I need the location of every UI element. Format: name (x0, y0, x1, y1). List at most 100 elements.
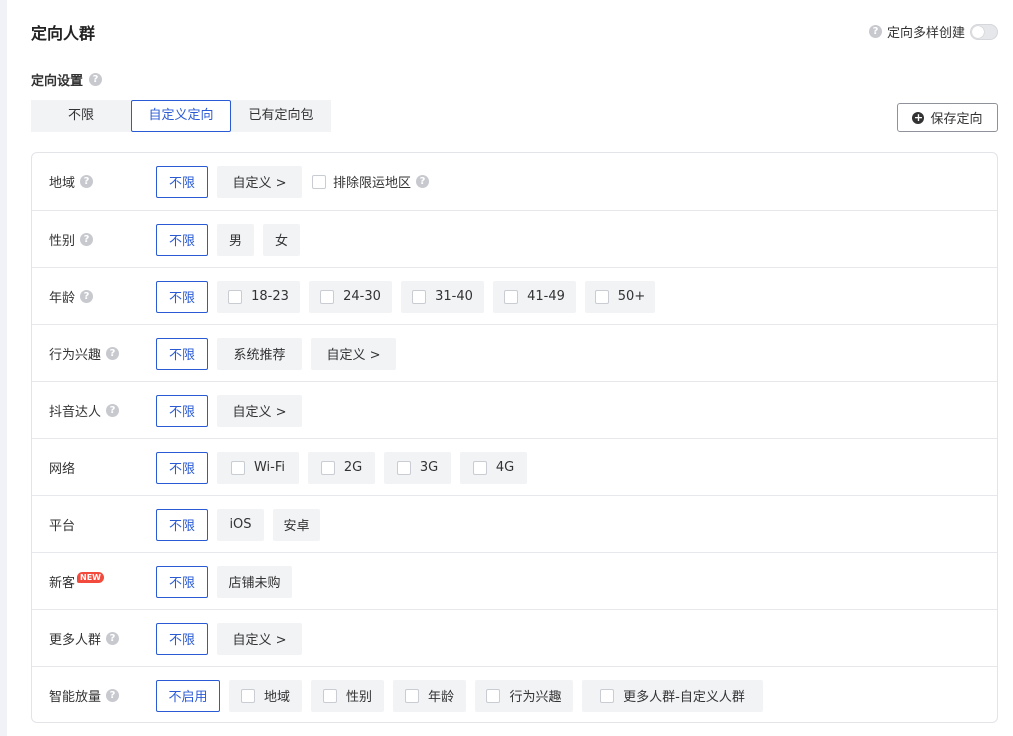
checkbox[interactable] (312, 174, 326, 189)
tab-custom-targeting[interactable]: 自定义定向 (131, 100, 231, 132)
help-icon[interactable]: ? (80, 175, 94, 188)
checkbox[interactable] (320, 289, 335, 304)
option-age-31-40[interactable]: 31-40 (401, 280, 484, 313)
plus-circle-icon: + (912, 110, 925, 124)
option-custom[interactable]: 自定义 > (217, 622, 302, 655)
option-expand-age[interactable]: 年龄 (393, 679, 466, 712)
help-icon[interactable]: ? (80, 290, 94, 303)
row-label: 年龄 ? (49, 268, 94, 325)
row-age: 年龄 ? 不限 18-23 24-30 31-40 41-49 50+ (32, 267, 997, 324)
option-unlimited[interactable]: 不限 (156, 394, 208, 427)
option-wifi[interactable]: Wi-Fi (217, 451, 299, 484)
row-label-text: 智能放量 (49, 690, 102, 705)
option-custom[interactable]: 自定义 > (217, 394, 302, 427)
checkbox[interactable] (240, 688, 255, 703)
help-icon[interactable]: ? (106, 347, 120, 360)
help-icon[interactable]: ? (106, 404, 120, 417)
row-label-text: 抖音达人 (49, 405, 102, 420)
row-label: 抖音达人 ? (49, 382, 120, 439)
checkbox[interactable] (486, 688, 501, 703)
option-3g[interactable]: 3G (384, 451, 451, 484)
checkbox[interactable] (404, 688, 419, 703)
row-options: 不限 男 女 (156, 211, 309, 268)
targeting-settings-label: 定向设置 ? (31, 70, 103, 89)
option-unlimited[interactable]: 不限 (156, 565, 208, 598)
tab-existing-package[interactable]: 已有定向包 (231, 100, 331, 132)
option-label: 更多人群-自定义人群 (623, 690, 745, 705)
checkbox[interactable] (322, 688, 337, 703)
row-region: 地域 ? 不限 自定义 > 排除限运地区 ? (32, 153, 997, 210)
checkbox[interactable] (396, 460, 411, 475)
option-male[interactable]: 男 (217, 223, 254, 256)
option-4g[interactable]: 4G (460, 451, 527, 484)
multi-create-control: ? 定向多样创建 (868, 22, 998, 41)
multi-create-toggle[interactable] (970, 23, 998, 40)
row-label-text: 更多人群 (49, 633, 102, 648)
option-expand-region[interactable]: 地域 (229, 679, 302, 712)
row-behavior-interest: 行为兴趣 ? 不限 系统推荐 自定义 > (32, 324, 997, 381)
option-disabled[interactable]: 不启用 (156, 679, 220, 712)
row-label: 地域 ? (49, 153, 94, 210)
option-female[interactable]: 女 (263, 223, 300, 256)
row-options: 不限 自定义 > (156, 610, 311, 667)
new-badge: NEW (77, 572, 104, 583)
option-age-18-23[interactable]: 18-23 (217, 280, 300, 313)
help-icon[interactable]: ? (868, 25, 882, 38)
checkbox[interactable] (228, 289, 243, 304)
exclude-restricted-regions[interactable]: 排除限运地区 ? (312, 172, 430, 191)
option-system-recommend[interactable]: 系统推荐 (217, 337, 302, 370)
option-custom[interactable]: 自定义 > (311, 337, 396, 370)
option-unlimited[interactable]: 不限 (156, 165, 208, 198)
row-network: 网络 不限 Wi-Fi 2G 3G 4G (32, 438, 997, 495)
option-age-50-plus[interactable]: 50+ (585, 280, 655, 313)
targeting-mode-tabs: 不限 自定义定向 已有定向包 (31, 100, 331, 132)
help-icon[interactable]: ? (89, 73, 103, 86)
row-options: 不限 自定义 > (156, 382, 311, 439)
row-label: 平台 (49, 496, 75, 553)
checkbox[interactable] (600, 688, 615, 703)
checkbox[interactable] (504, 289, 519, 304)
option-unlimited[interactable]: 不限 (156, 223, 208, 256)
option-expand-gender[interactable]: 性别 (311, 679, 384, 712)
save-targeting-button[interactable]: + 保存定向 (897, 103, 998, 132)
help-icon[interactable]: ? (106, 632, 120, 645)
option-label: 41-49 (527, 289, 565, 304)
checkbox[interactable] (412, 289, 427, 304)
row-gender: 性别 ? 不限 男 女 (32, 210, 997, 267)
option-custom[interactable]: 自定义 > (217, 165, 302, 198)
option-label: 2G (343, 460, 363, 475)
row-options: 不限 18-23 24-30 31-40 41-49 50+ (156, 268, 664, 325)
help-icon[interactable]: ? (106, 689, 120, 702)
help-icon[interactable]: ? (416, 175, 430, 188)
row-smart-expansion: 智能放量 ? 不启用 地域 性别 年龄 行为兴趣 更多人群-自定义人群 (32, 666, 997, 722)
option-age-41-49[interactable]: 41-49 (493, 280, 576, 313)
row-label-text: 新客 (49, 576, 76, 591)
row-options: 不启用 地域 性别 年龄 行为兴趣 更多人群-自定义人群 (156, 667, 772, 722)
option-label: 地域 (263, 690, 290, 705)
checkbox[interactable] (594, 289, 609, 304)
option-unlimited[interactable]: 不限 (156, 622, 208, 655)
option-age-24-30[interactable]: 24-30 (309, 280, 392, 313)
option-unlimited[interactable]: 不限 (156, 337, 208, 370)
exclude-label: 排除限运地区 (333, 176, 412, 191)
tab-unlimited[interactable]: 不限 (31, 100, 131, 132)
option-unlimited[interactable]: 不限 (156, 280, 208, 313)
option-unlimited[interactable]: 不限 (156, 508, 208, 541)
option-store-not-purchased[interactable]: 店铺未购 (217, 565, 292, 598)
multi-create-label: 定向多样创建 (886, 26, 965, 41)
option-unlimited[interactable]: 不限 (156, 451, 208, 484)
option-label: 年龄 (427, 690, 454, 705)
checkbox[interactable] (230, 460, 245, 475)
option-2g[interactable]: 2G (308, 451, 375, 484)
option-android[interactable]: 安卓 (273, 508, 320, 541)
checkbox[interactable] (320, 460, 335, 475)
option-label: 4G (495, 460, 515, 475)
help-icon[interactable]: ? (80, 233, 94, 246)
option-expand-more-audiences[interactable]: 更多人群-自定义人群 (582, 679, 763, 712)
row-label: 性别 ? (49, 211, 94, 268)
option-expand-interest[interactable]: 行为兴趣 (475, 679, 573, 712)
save-targeting-label: 保存定向 (930, 112, 983, 127)
option-ios[interactable]: iOS (217, 508, 264, 541)
checkbox[interactable] (472, 460, 487, 475)
row-options: 不限 店铺未购 (156, 553, 301, 610)
